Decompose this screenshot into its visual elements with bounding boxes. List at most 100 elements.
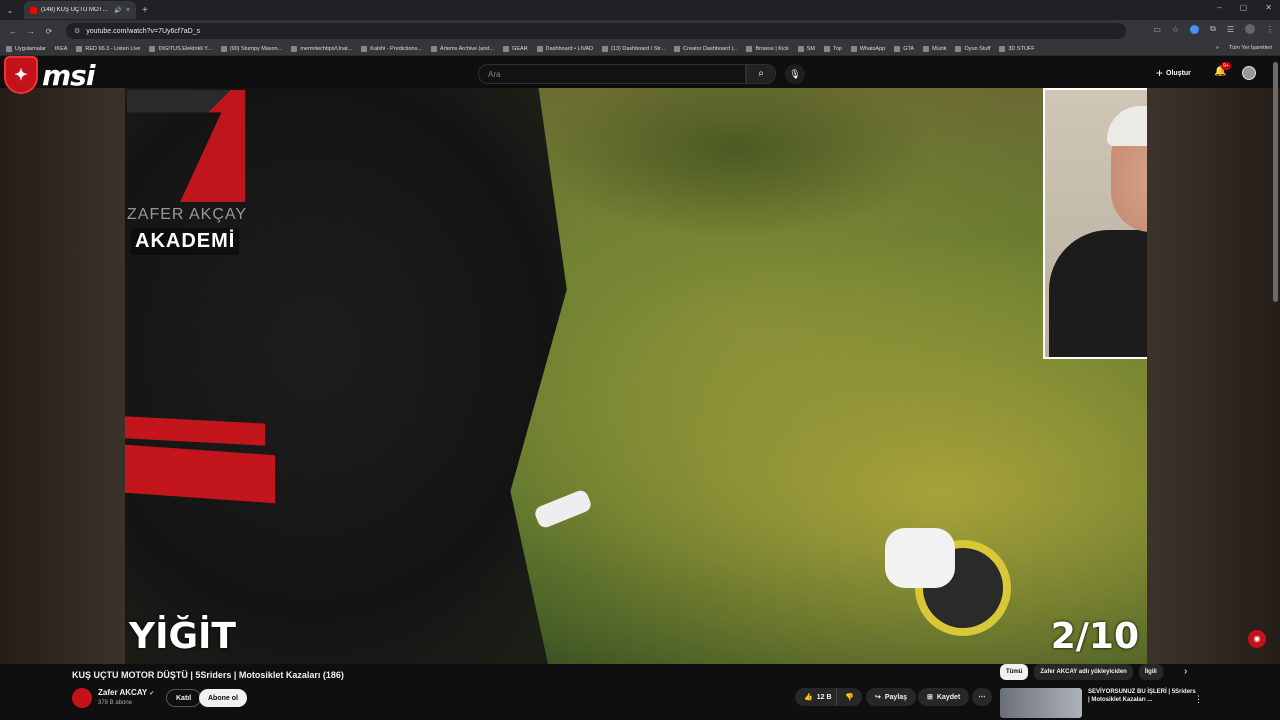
channel-avatar[interactable] <box>72 688 92 708</box>
subscriber-count: 378 B abone <box>98 700 133 706</box>
bookmark-favicon-icon <box>797 45 804 52</box>
account-avatar[interactable] <box>1242 66 1256 80</box>
create-label: Oluştur <box>1166 69 1191 77</box>
save-label: Kaydet <box>936 693 961 701</box>
bookmark-item[interactable]: Uygulamalar <box>6 45 46 52</box>
presenter-hair <box>1107 106 1147 146</box>
site-info-icon[interactable]: ⚙ <box>74 27 80 35</box>
more-vertical-icon[interactable]: ⋮ <box>1194 694 1203 705</box>
bookmark-item[interactable]: GTA <box>894 45 914 52</box>
recommended-video-item[interactable]: SEVİYORSUNUZ BU İŞLERİ | 5Sriders | Moto… <box>1000 688 1200 718</box>
extension-icon[interactable] <box>1190 24 1200 34</box>
bookmark-item[interactable]: Dashboard • LIVAD <box>536 45 593 52</box>
youtube-logo[interactable]: ✦ msi <box>4 56 95 94</box>
bookmark-item[interactable]: IKEA <box>55 46 68 52</box>
tab-search-button[interactable]: ⌄ <box>0 0 20 20</box>
apps-grid-icon <box>6 45 12 52</box>
address-bar[interactable]: ⚙ youtube.com/watch?v=7Uy6cf7aD_s <box>66 23 1126 39</box>
all-bookmarks-folder[interactable]: Tüm Yer İşaretleri <box>1229 45 1272 51</box>
channel-watermark-logo <box>127 90 245 202</box>
new-tab-button[interactable]: + <box>142 5 148 16</box>
recommended-thumbnail[interactable] <box>1000 688 1082 718</box>
video-player[interactable]: ZAFER AKÇAY AKADEMİ YİĞİT 2/10 ◉ <box>0 88 1280 664</box>
share-button[interactable]: ↪ Paylaş <box>866 688 917 706</box>
tab-close-icon[interactable]: × <box>126 7 130 14</box>
bookmark-item[interactable]: GEAR <box>503 45 528 52</box>
bookmark-item[interactable]: mermitechtips/Unat... <box>291 45 352 52</box>
bookmark-item[interactable]: SM <box>797 45 815 52</box>
bookmark-item[interactable]: WhatsApp <box>850 45 885 52</box>
more-actions-button[interactable]: ⋯ <box>972 688 992 706</box>
speaker-icon[interactable]: 🔊 <box>114 7 121 14</box>
subscribe-watermark-icon[interactable]: ◉ <box>1248 630 1266 648</box>
folder-icon <box>923 45 930 52</box>
bookmark-item[interactable]: Top <box>823 45 842 52</box>
channel-name[interactable]: Zafer AKCAY ✔ <box>98 688 154 697</box>
chip-related[interactable]: İlgili <box>1138 664 1163 680</box>
bookmark-item[interactable]: RED 96.3 - Listen Live <box>76 45 140 52</box>
maximize-button[interactable]: ▢ <box>1240 3 1248 12</box>
save-button[interactable]: ⊞ Kaydet <box>918 688 970 706</box>
reading-list-icon[interactable]: ☰ <box>1227 25 1234 34</box>
rider-boot <box>532 488 594 530</box>
watermark-brand: ZAFER AKÇAY <box>127 206 248 223</box>
folder-icon <box>999 45 1006 52</box>
forward-arrow-icon[interactable]: → <box>24 27 38 36</box>
overlay-counter: 2/10 <box>1050 616 1139 657</box>
share-arrow-icon: ↪ <box>875 694 881 701</box>
bookmark-star-icon[interactable]: ☆ <box>1172 25 1179 34</box>
motorcycle-fairing <box>885 528 955 588</box>
bookmark-item[interactable]: DIGITUS Elektrikli Y... <box>149 45 212 52</box>
chip-all[interactable]: Tümü <box>1000 664 1029 680</box>
video-frame: ZAFER AKÇAY AKADEMİ YİĞİT 2/10 <box>125 88 1147 664</box>
video-info-section: KUŞ UÇTU MOTOR DÜŞTÜ | 5Sriders | Motosi… <box>0 664 1280 720</box>
microphone-icon[interactable]: 🎙 <box>785 64 805 84</box>
bookmark-favicon-icon <box>602 45 609 52</box>
bookmark-item[interactable]: Kalshi - Predictions... <box>361 45 422 52</box>
bookmark-item[interactable]: Oyun Stuff <box>955 45 990 52</box>
github-icon <box>291 45 298 52</box>
profile-avatar[interactable] <box>1245 24 1255 34</box>
bookmark-item[interactable]: 3D STUFF <box>999 45 1035 52</box>
search-input[interactable]: Ara <box>478 64 746 84</box>
bookmark-item[interactable]: (90) Stumpy Mason... <box>220 45 282 52</box>
scrollbar-thumb[interactable] <box>1273 62 1278 302</box>
whatsapp-icon <box>850 45 857 52</box>
bookmark-item[interactable]: Artems Archive (and... <box>430 45 494 52</box>
window-controls: – ▢ ✕ <box>1217 3 1272 12</box>
bookmark-favicon-icon <box>361 45 368 52</box>
create-button[interactable]: + Oluştur <box>1156 66 1191 80</box>
related-filter-chips: Tümü Zafer AKCAY adlı yükleyiciden İlgil… <box>1000 664 1163 680</box>
recommended-title[interactable]: SEVİYORSUNUZ BU İŞLERİ | 5Sriders | Moto… <box>1088 688 1198 718</box>
minimize-button[interactable]: – <box>1217 3 1221 12</box>
notifications-badge: 9+ <box>1221 62 1231 70</box>
bookmark-item[interactable]: (13) Dashboard / Str... <box>602 45 665 52</box>
youtube-favicon-icon <box>30 6 37 14</box>
close-window-button[interactable]: ✕ <box>1265 3 1272 12</box>
like-button[interactable]: 👍 12 B <box>795 688 841 706</box>
chevron-right-icon[interactable]: › <box>1184 666 1187 677</box>
plus-icon: + <box>1156 66 1164 80</box>
bookmark-favicon-icon <box>220 45 227 52</box>
chrome-menu-icon[interactable]: ⋮ <box>1266 25 1274 34</box>
bookmark-item[interactable]: Creator Dashboard |... <box>674 45 737 52</box>
browser-tab-active[interactable]: (148) KUŞ UÇTU MOTOR D 🔊 × <box>24 1 136 19</box>
dislike-button[interactable]: 👎 <box>836 688 862 706</box>
join-button[interactable]: Katıl <box>166 689 202 707</box>
extensions-puzzle-icon[interactable]: ⧉ <box>1210 24 1216 34</box>
bookmark-item[interactable]: Browse | Kick <box>746 45 789 52</box>
more-horizontal-icon: ⋯ <box>978 694 986 701</box>
crashed-motorcycle <box>885 528 1025 648</box>
page-scrollbar[interactable] <box>1273 56 1278 720</box>
subscribe-button[interactable]: Abone ol <box>199 689 247 707</box>
reload-icon[interactable]: ⟳ <box>42 27 56 36</box>
chip-from-uploader[interactable]: Zafer AKCAY adlı yükleyiciden <box>1034 664 1133 680</box>
cast-icon[interactable]: ▭ <box>1153 25 1161 34</box>
back-arrow-icon[interactable]: ← <box>6 27 20 36</box>
url-text: youtube.com/watch?v=7Uy6cf7aD_s <box>86 27 201 35</box>
bookmarks-overflow-button[interactable]: » <box>1216 45 1219 51</box>
search-icon[interactable]: ⌕ <box>746 64 776 84</box>
like-count: 12 B <box>816 693 832 701</box>
thumbs-up-icon: 👍 <box>804 694 813 701</box>
bookmark-item[interactable]: Müzik <box>923 45 946 52</box>
